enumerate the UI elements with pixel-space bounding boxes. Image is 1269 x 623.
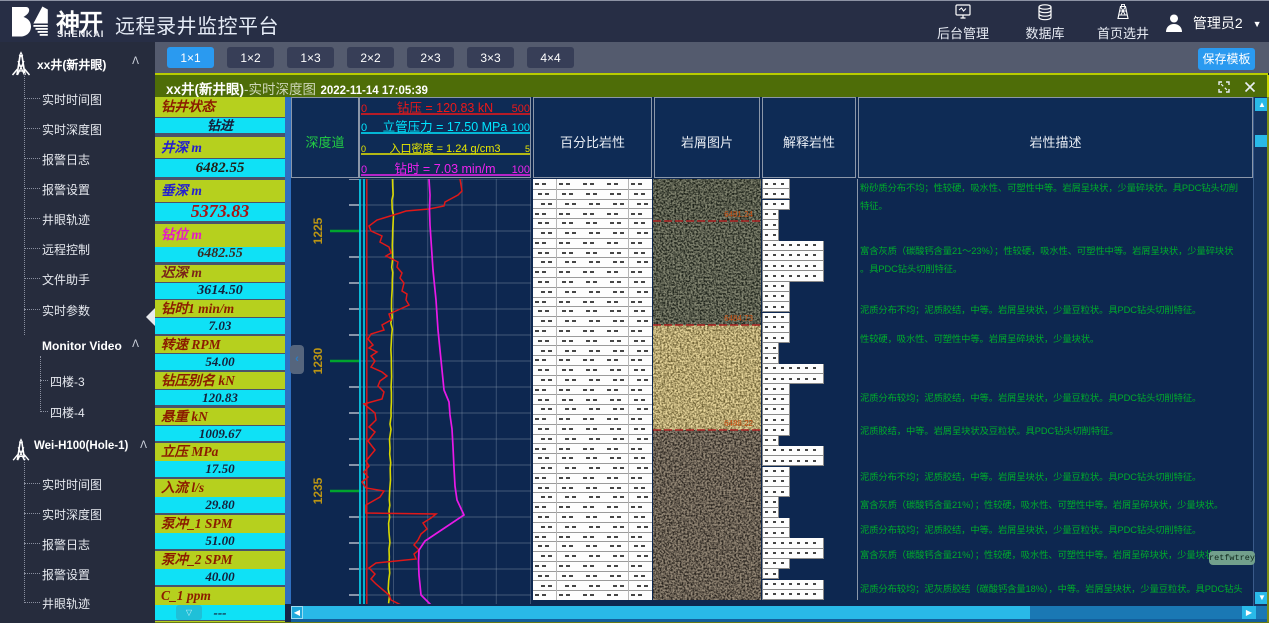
svg-text:0: 0 <box>361 144 366 154</box>
svg-text:钻压 = 120.83 kN: 钻压 = 120.83 kN <box>397 100 493 115</box>
svg-text:500: 500 <box>512 103 530 115</box>
svg-text:1225: 1225 <box>311 217 325 244</box>
svg-text:1235: 1235 <box>311 477 325 504</box>
svg-text:6481.24: 6481.24 <box>724 210 753 219</box>
svg-text:5: 5 <box>525 144 530 154</box>
svg-text:立管压力 = 17.50 MPa: 立管压力 = 17.50 MPa <box>383 119 508 134</box>
svg-text:钻时 = 7.03 min/m: 钻时 = 7.03 min/m <box>394 161 495 176</box>
svg-text:100: 100 <box>512 164 530 176</box>
svg-text:0: 0 <box>361 164 367 176</box>
svg-text:0: 0 <box>361 122 367 134</box>
svg-text:1230: 1230 <box>311 347 325 374</box>
svg-text:0: 0 <box>361 103 367 115</box>
svg-text:6484.73: 6484.73 <box>724 314 753 323</box>
svg-text:入口密度 = 1.24 g/cm3: 入口密度 = 1.24 g/cm3 <box>390 141 501 155</box>
svg-text:100: 100 <box>512 122 530 134</box>
svg-text:6488.22: 6488.22 <box>724 419 753 428</box>
